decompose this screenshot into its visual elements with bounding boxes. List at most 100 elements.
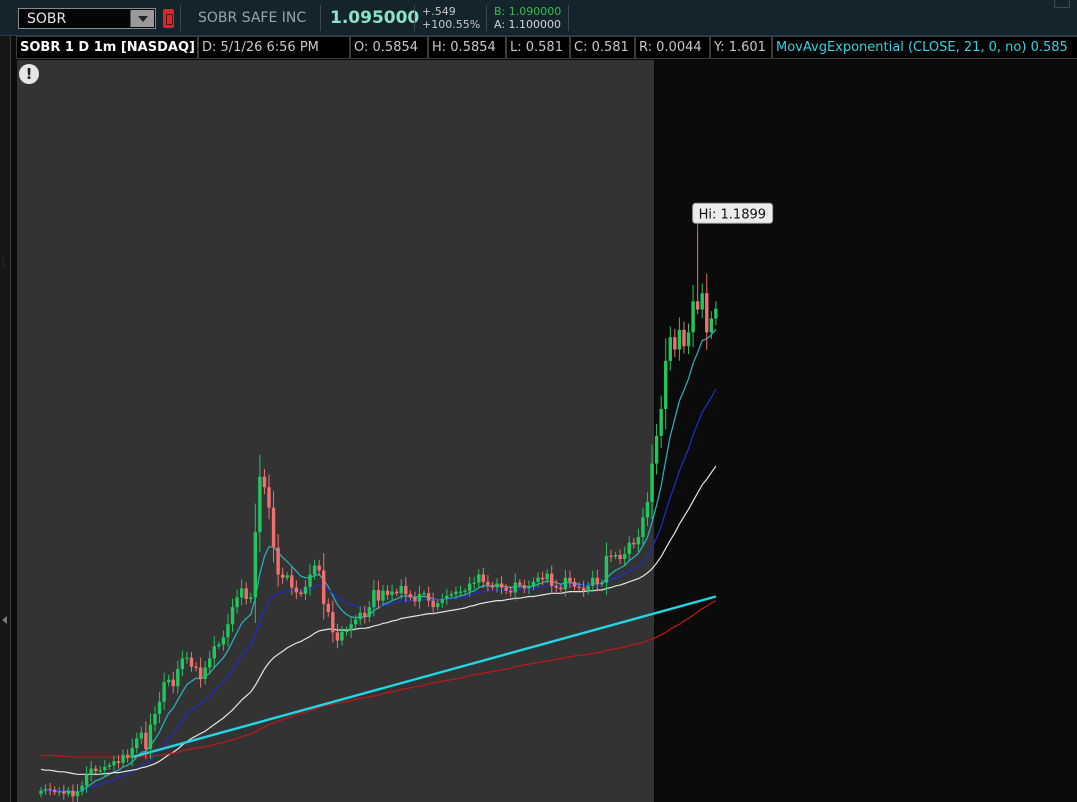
quote-bar: SOBR SOBR SAFE INC 1.095000 +.549 +100.5… xyxy=(0,0,1077,36)
symbol-selector[interactable]: SOBR xyxy=(18,8,156,29)
candle-body xyxy=(71,790,75,797)
window-corner xyxy=(1054,0,1070,8)
candle-body xyxy=(80,785,84,792)
candle-body xyxy=(271,507,276,548)
candle-body xyxy=(385,590,390,595)
candle-body xyxy=(495,583,499,588)
candle-body xyxy=(221,637,226,645)
left-panel-handle[interactable] xyxy=(0,36,10,802)
candle-body xyxy=(622,554,627,560)
candle-body xyxy=(166,679,171,683)
candle-body xyxy=(344,630,349,632)
candle-body xyxy=(98,770,102,772)
candle-body xyxy=(467,583,472,591)
candle-body xyxy=(668,337,672,361)
candle-body xyxy=(609,555,613,557)
price-chart[interactable]: Hi: 1.1899 xyxy=(17,60,1077,802)
candle-body xyxy=(48,788,52,791)
candle-body xyxy=(481,574,486,582)
candle-body xyxy=(262,476,267,488)
candle-body xyxy=(422,593,426,595)
candle-body xyxy=(627,542,631,555)
candle-body xyxy=(445,595,449,599)
candle-body xyxy=(349,624,353,631)
candle-body xyxy=(404,585,408,595)
candle-body xyxy=(436,603,440,608)
candle-body xyxy=(280,574,285,578)
candle-body xyxy=(43,788,48,791)
divider xyxy=(486,5,487,31)
candle-body xyxy=(358,612,362,620)
candle-body xyxy=(217,644,221,647)
candle-body xyxy=(203,667,207,679)
candle-body xyxy=(591,577,595,586)
candle-body xyxy=(125,754,130,758)
candle-body xyxy=(417,594,422,602)
candle-body xyxy=(559,587,563,590)
candle-body xyxy=(239,588,244,598)
candle-body xyxy=(426,593,431,601)
candle-body xyxy=(604,555,609,583)
candle-body xyxy=(504,587,508,591)
candle-body xyxy=(244,588,248,599)
candle-body xyxy=(554,585,558,588)
candle-body xyxy=(691,301,695,333)
candle-body xyxy=(322,570,326,604)
candle-body xyxy=(157,701,162,714)
collapse-arrow-icon[interactable] xyxy=(2,616,7,624)
candle-body xyxy=(577,586,581,588)
bar-high: H: 0.5854 xyxy=(428,36,506,59)
study-label[interactable]: MovAvgExponential (CLOSE, 21, 0, no) 0.5… xyxy=(772,36,1077,59)
candle-body xyxy=(372,590,376,608)
candle-body xyxy=(499,583,504,588)
candle-body xyxy=(695,301,700,310)
candle-body xyxy=(613,554,618,557)
alert-icon[interactable]: ! xyxy=(19,64,39,84)
candle-body xyxy=(363,612,367,617)
candle-body xyxy=(303,586,308,595)
candle-body xyxy=(508,590,513,593)
candle-body xyxy=(550,573,554,586)
candle-body xyxy=(230,607,235,625)
candle-body xyxy=(536,577,540,582)
candle-body xyxy=(477,574,481,583)
candle-body xyxy=(162,682,166,702)
divider xyxy=(180,5,181,31)
candle-body xyxy=(636,537,641,545)
candle-body xyxy=(317,565,321,571)
regular-session-area xyxy=(17,60,655,802)
symbol-text: SOBR xyxy=(27,11,67,27)
candle-body xyxy=(408,594,413,598)
candle-body xyxy=(326,603,330,613)
chevron-down-icon[interactable] xyxy=(130,10,154,27)
candle-body xyxy=(518,582,522,586)
candle-body xyxy=(331,612,335,633)
candle-body xyxy=(294,587,299,593)
candle-body xyxy=(276,547,280,575)
candle-body xyxy=(208,658,212,668)
candle-body xyxy=(449,594,454,596)
candle-body xyxy=(486,581,490,586)
net-change: +.549 xyxy=(422,5,456,18)
candle-body xyxy=(673,337,677,350)
candle-body xyxy=(431,600,435,608)
candle-body xyxy=(390,591,394,595)
high-label: Hi: 1.1899 xyxy=(699,207,766,222)
chart-title[interactable]: SOBR 1 D 1m [NASDAQ] xyxy=(16,36,198,59)
candle-body xyxy=(116,761,121,763)
candle-body xyxy=(226,624,230,638)
candle-body xyxy=(84,774,89,786)
candle-body xyxy=(253,532,258,598)
candle-body xyxy=(458,591,463,593)
candle-body xyxy=(180,658,185,670)
candle-body xyxy=(568,577,572,582)
candle-body xyxy=(52,789,57,793)
bar-range: R: 0.0044 xyxy=(635,36,710,59)
net-change-percent: +100.55% xyxy=(422,18,481,31)
candle-body xyxy=(285,575,289,578)
link-icon[interactable] xyxy=(163,9,174,28)
candle-body xyxy=(107,765,112,767)
candle-body xyxy=(700,293,704,310)
candle-body xyxy=(299,592,303,595)
company-name: SOBR SAFE INC xyxy=(198,10,307,26)
